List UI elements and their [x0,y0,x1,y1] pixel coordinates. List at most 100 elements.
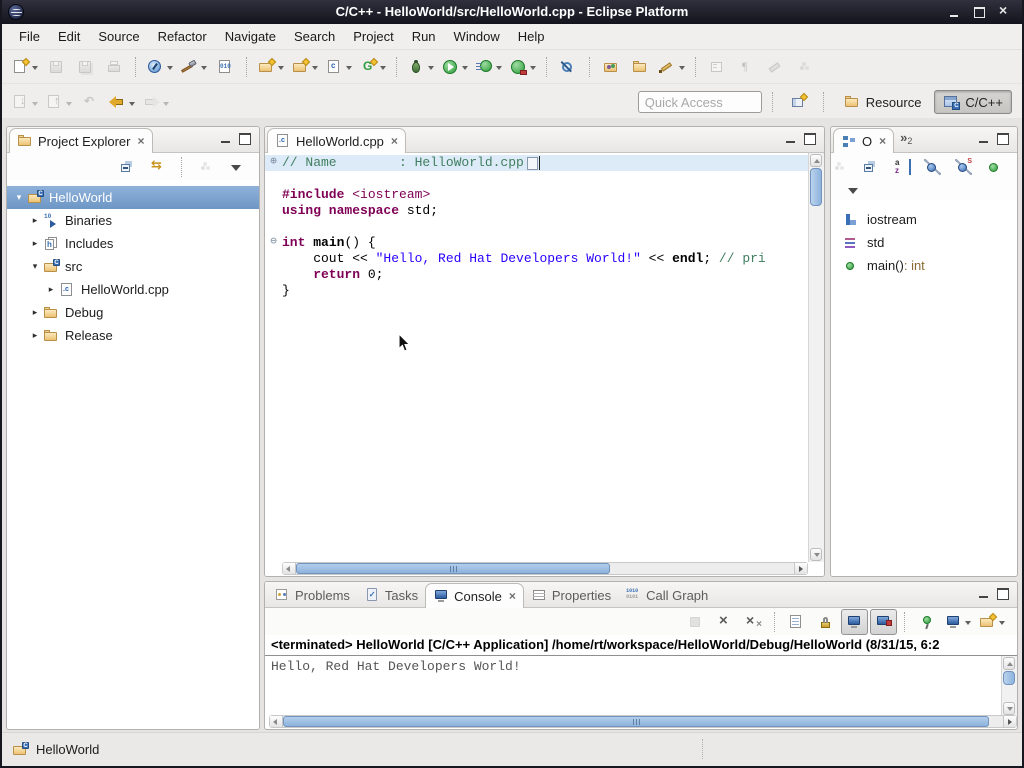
minimize-view-button[interactable] [979,591,988,598]
code-line[interactable]: return 0; [265,267,808,283]
code-line[interactable]: ⊖int main() { [265,235,808,251]
tree-expander-icon[interactable]: ▸ [43,284,59,295]
scroll-up-button[interactable] [1003,657,1015,670]
show-on-stderr-button[interactable] [870,609,897,635]
open-console-button[interactable] [976,609,1008,635]
open-perspective-button[interactable] [785,89,812,115]
tab-call-graph[interactable]: Call Graph [618,583,715,607]
menu-item-navigate[interactable]: Navigate [216,26,285,47]
clear-console-button[interactable] [783,609,810,635]
fold-plus-icon[interactable]: ⊕ [265,155,282,171]
dropdown-arrow-icon[interactable] [32,102,38,109]
dropdown-arrow-icon[interactable] [278,66,284,73]
perspective-cpp-button[interactable]: C/C++ [934,90,1012,114]
tree-item-includes[interactable]: ▸Includes [7,232,259,255]
dropdown-arrow-icon[interactable] [462,66,468,73]
dropdown-arrow-icon[interactable] [201,66,207,73]
scroll-track[interactable] [296,563,794,574]
tree-expander-icon[interactable]: ▸ [27,330,43,341]
console-output-area[interactable]: Hello, Red Hat Developers World! [265,656,1017,716]
scroll-down-button[interactable] [810,548,822,561]
tab-console[interactable]: Console× [425,583,524,608]
hide-static-button[interactable] [950,154,977,180]
display-console-button[interactable] [942,609,974,635]
menu-item-refactor[interactable]: Refactor [149,26,216,47]
open-resource-button[interactable] [627,54,654,80]
open-element-button[interactable] [555,54,582,80]
close-editor-icon[interactable]: × [391,135,398,147]
dropdown-arrow-icon[interactable] [999,621,1005,628]
debug-button[interactable] [405,54,437,80]
outline-item-iostream[interactable]: iostream [831,208,1017,231]
tree-expander-icon[interactable]: ▸ [27,238,43,249]
code-line[interactable]: } [265,283,808,299]
tree-expander-icon[interactable]: ▸ [27,215,43,226]
editor-horizontal-scrollbar[interactable] [282,562,808,575]
tree-item-release[interactable]: ▸Release [7,324,259,347]
dropdown-arrow-icon[interactable] [32,66,38,73]
scroll-right-button[interactable] [1003,716,1016,727]
editor-vertical-scrollbar[interactable] [808,153,824,562]
menu-item-source[interactable]: Source [89,26,148,47]
dropdown-arrow-icon[interactable] [129,102,135,109]
binary-parser-button[interactable] [212,54,239,80]
dropdown-arrow-icon[interactable] [496,66,502,73]
scroll-left-button[interactable] [270,716,283,727]
dropdown-arrow-icon[interactable] [66,102,72,109]
code-line[interactable]: #include <iostream> [265,187,808,203]
new-wizard-button[interactable] [9,54,41,80]
maximize-view-button[interactable] [997,133,1009,145]
build-button[interactable] [178,54,210,80]
outline-item-std[interactable]: std [831,231,1017,254]
show-on-stdout-button[interactable] [841,609,868,635]
dropdown-arrow-icon[interactable] [428,66,434,73]
quick-access-input[interactable] [638,91,762,113]
dropdown-arrow-icon[interactable] [312,66,318,73]
back-button[interactable] [106,89,138,115]
tab-tasks[interactable]: Tasks [357,583,425,607]
tab-outline[interactable]: O × [833,128,894,153]
minimize-window-button[interactable] [949,7,960,18]
new-c-source-file-button[interactable] [323,54,355,80]
scroll-right-button[interactable] [794,563,807,574]
tree-expander-icon[interactable]: ▾ [11,192,27,203]
menu-item-help[interactable]: Help [509,26,554,47]
menu-item-file[interactable]: File [10,26,49,47]
tab-problems[interactable]: Problems [267,583,357,607]
folded-region-box[interactable] [527,157,538,170]
code-line[interactable]: ⊕// Name : HelloWorld.cpp [265,155,808,171]
tree-expander-icon[interactable]: ▸ [27,307,43,318]
hide-fields-button[interactable] [919,154,946,180]
sort-button[interactable] [888,154,915,180]
close-window-button[interactable] [999,7,1010,18]
link-editor-button[interactable] [145,154,172,180]
fold-minus-icon[interactable]: ⊖ [265,235,282,251]
menu-item-window[interactable]: Window [445,26,509,47]
dropdown-arrow-icon[interactable] [163,102,169,109]
scroll-lock-button[interactable] [812,609,839,635]
new-class-button[interactable] [357,54,389,80]
scroll-thumb[interactable] [296,563,610,574]
annotations-button[interactable] [656,54,688,80]
code-line[interactable]: using namespace std; [265,203,808,219]
chevron-button[interactable] [840,177,867,203]
code-line[interactable] [265,219,808,235]
view-stack-more[interactable]: 2 [900,131,912,146]
menu-item-project[interactable]: Project [344,26,402,47]
menu-item-search[interactable]: Search [285,26,344,47]
code-line[interactable]: cout << "Hello, Red Hat Developers World… [265,251,808,267]
scroll-thumb[interactable] [810,168,822,206]
close-view-icon[interactable]: × [879,135,886,147]
scroll-left-button[interactable] [283,563,296,574]
profile-button[interactable] [507,54,539,80]
dropdown-arrow-icon[interactable] [679,66,685,73]
console-horizontal-scrollbar[interactable] [269,715,1017,728]
coverage-button[interactable] [473,54,505,80]
remove-all-button[interactable] [740,609,767,635]
tree-item-helloworld[interactable]: ▾HelloWorld [7,186,259,209]
new-cpp-source-folder-button[interactable] [289,54,321,80]
dropdown-arrow-icon[interactable] [965,621,971,628]
dropdown-arrow-icon[interactable] [346,66,352,73]
minimize-view-button[interactable] [979,136,988,143]
tab-helloworld-cpp[interactable]: HelloWorld.cpp × [267,128,406,153]
